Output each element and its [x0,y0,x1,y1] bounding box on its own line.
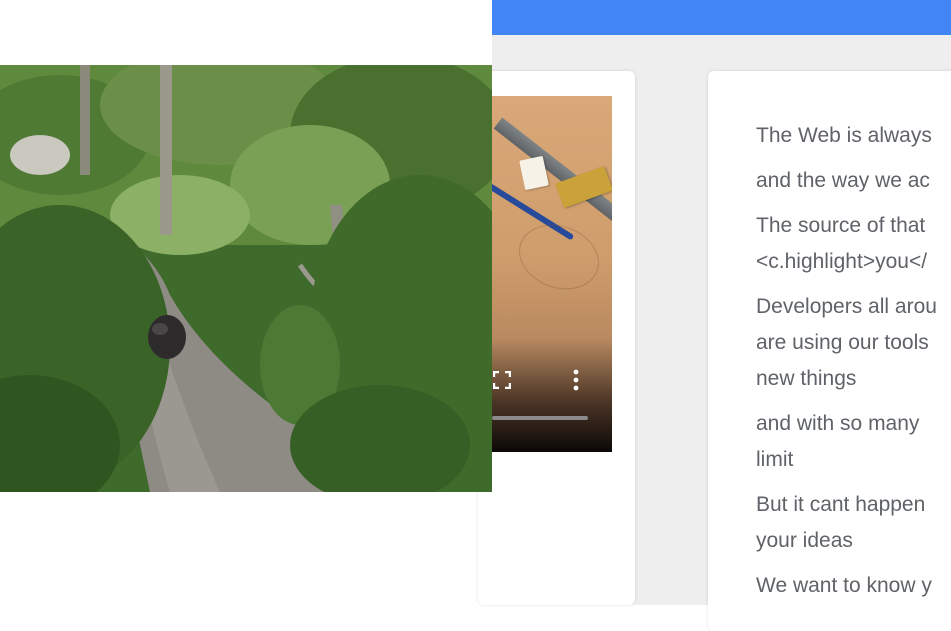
text-line: The Web is always [756,124,932,147]
text-line: We want to know y [756,574,932,597]
text-line: and the way we ac [756,169,930,192]
forest-path-photo [0,65,492,492]
video-progress-bar[interactable] [492,416,588,420]
text-line: The source of that <c.highlight>you</ [756,214,928,273]
text-line: But it cant happen your ideas [756,493,926,552]
text-line: Developers all arou are using our tools … [756,295,937,390]
video-player[interactable] [478,96,612,452]
fullscreen-icon[interactable] [493,371,511,389]
text-card-lines: The Web is always and the way we ac The … [756,118,951,613]
app-bar [492,0,951,35]
more-vert-icon[interactable] [570,369,582,391]
pencil-sketch [509,213,609,301]
text-line: and with so many limit [756,412,920,471]
